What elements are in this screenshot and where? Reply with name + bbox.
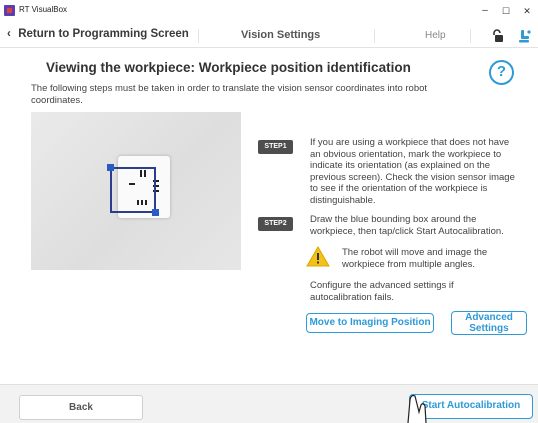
step1-text: If you are using a workpiece that does n… xyxy=(310,137,515,206)
bounding-box[interactable] xyxy=(107,164,159,216)
advanced-settings-note: Configure the advanced settings if autoc… xyxy=(310,280,454,303)
return-link-label: Return to Programming Screen xyxy=(18,28,189,40)
help-icon[interactable]: ? xyxy=(489,60,514,85)
app-logo-icon xyxy=(4,5,15,16)
step1-badge: STEP1 xyxy=(258,140,293,154)
step2-badge: STEP2 xyxy=(258,217,293,231)
page-title: Viewing the workpiece: Workpiece positio… xyxy=(46,60,411,75)
unlock-icon[interactable] xyxy=(491,29,505,43)
return-to-programming-link[interactable]: ‹ Return to Programming Screen xyxy=(7,28,189,40)
intro-text: The following steps must be taken in ord… xyxy=(31,83,428,106)
help-link[interactable]: Help xyxy=(425,30,446,41)
warning-icon xyxy=(306,246,330,267)
robot-icon[interactable] xyxy=(518,29,532,43)
nav-bar: ‹ Return to Programming Screen Vision Se… xyxy=(0,24,538,48)
close-button[interactable]: ✕ xyxy=(518,3,536,19)
chevron-left-icon: ‹ xyxy=(7,28,11,40)
bounding-box-handle[interactable] xyxy=(152,209,159,216)
window-titlebar: RT VisualBox – ☐ ✕ xyxy=(0,0,538,22)
nav-title: Vision Settings xyxy=(241,29,321,41)
vision-sensor-image[interactable] xyxy=(31,112,241,270)
warning-text: The robot will move and image the workpi… xyxy=(342,247,488,270)
minimize-button[interactable]: – xyxy=(476,3,494,19)
window-title: RT VisualBox xyxy=(19,5,68,14)
nav-divider xyxy=(374,29,375,43)
step2-text: Draw the blue bounding box around the wo… xyxy=(310,214,504,237)
advanced-settings-button[interactable]: Advanced Settings xyxy=(451,311,527,335)
maximize-button[interactable]: ☐ xyxy=(497,3,515,19)
back-button[interactable]: Back xyxy=(19,395,143,420)
bounding-box-handle[interactable] xyxy=(107,164,114,171)
hand-cursor-icon xyxy=(407,394,427,423)
nav-divider xyxy=(198,29,199,43)
nav-divider xyxy=(470,29,471,43)
move-to-imaging-position-button[interactable]: Move to Imaging Position xyxy=(306,313,434,333)
